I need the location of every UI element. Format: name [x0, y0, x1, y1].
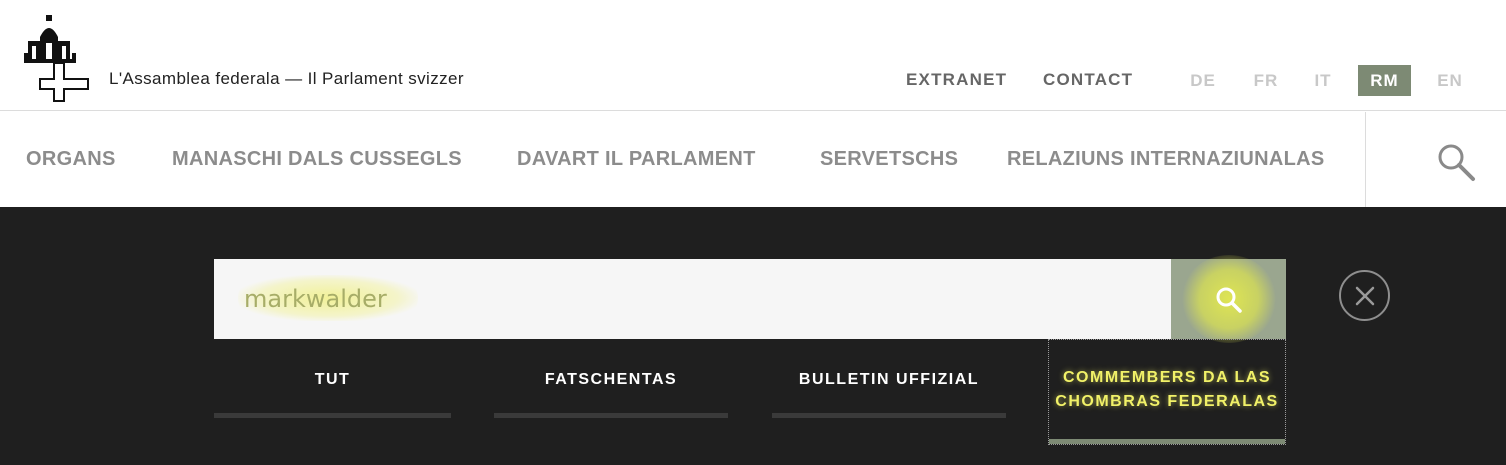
parliament-logo-icon[interactable]	[24, 15, 90, 102]
nav-item-davart-il-parlament[interactable]: DAVART IL PARLAMENT	[517, 148, 756, 171]
tab-underline	[1049, 439, 1285, 444]
main-navigation: ORGANS MANASCHI DALS CUSSEGLS DAVART IL …	[0, 112, 1506, 207]
contact-link[interactable]: CONTACT	[1043, 70, 1133, 90]
tab-underline	[214, 413, 451, 418]
tab-fatschentas[interactable]: FATSCHENTAS	[494, 339, 728, 419]
search-field	[214, 259, 1171, 339]
tab-underline	[494, 413, 728, 418]
tab-bulletin-uffizial[interactable]: BULLETIN UFFIZIAL	[772, 339, 1006, 419]
nav-item-manaschi-dals-cussegls[interactable]: MANASCHI DALS CUSSEGLS	[172, 148, 462, 171]
nav-item-organs[interactable]: ORGANS	[26, 148, 116, 171]
tab-label: FATSCHENTAS	[544, 371, 678, 388]
search-icon[interactable]	[1436, 142, 1476, 182]
close-icon	[1355, 286, 1375, 306]
lang-rm-link[interactable]: RM	[1358, 65, 1411, 96]
search-submit-button[interactable]	[1171, 255, 1286, 343]
lang-it-link[interactable]: IT	[1307, 65, 1339, 96]
lang-en-link[interactable]: EN	[1430, 65, 1470, 96]
search-icon	[1216, 287, 1242, 313]
search-overlay: TUT FATSCHENTAS BULLETIN UFFIZIAL COMMEM…	[0, 207, 1506, 465]
site-title: L'Assamblea federala — Il Parlament sviz…	[109, 69, 464, 88]
nav-divider	[1365, 112, 1366, 207]
tab-underline	[772, 413, 1006, 418]
close-search-button[interactable]	[1339, 270, 1390, 321]
tab-commembers-da-las-chombras-federalas[interactable]: COMMEMBERS DA LAS CHOMBRAS FEDERALAS	[1048, 339, 1286, 445]
search-input[interactable]	[244, 276, 1124, 322]
nav-item-relaziuns-internaziunalas[interactable]: RELAZIUNS INTERNAZIUNALAS	[1007, 148, 1325, 171]
tab-label: COMMEMBERS DA LAS CHOMBRAS FEDERALAS	[1055, 369, 1279, 410]
tab-label: TUT	[314, 371, 351, 388]
tab-tut[interactable]: TUT	[214, 339, 451, 419]
nav-item-servetschs[interactable]: SERVETSCHS	[820, 148, 958, 171]
lang-fr-link[interactable]: FR	[1247, 65, 1285, 96]
tab-label: BULLETIN UFFIZIAL	[798, 371, 980, 388]
extranet-link[interactable]: EXTRANET	[906, 70, 1007, 90]
header: L'Assamblea federala — Il Parlament sviz…	[0, 0, 1506, 111]
lang-de-link[interactable]: DE	[1183, 65, 1223, 96]
